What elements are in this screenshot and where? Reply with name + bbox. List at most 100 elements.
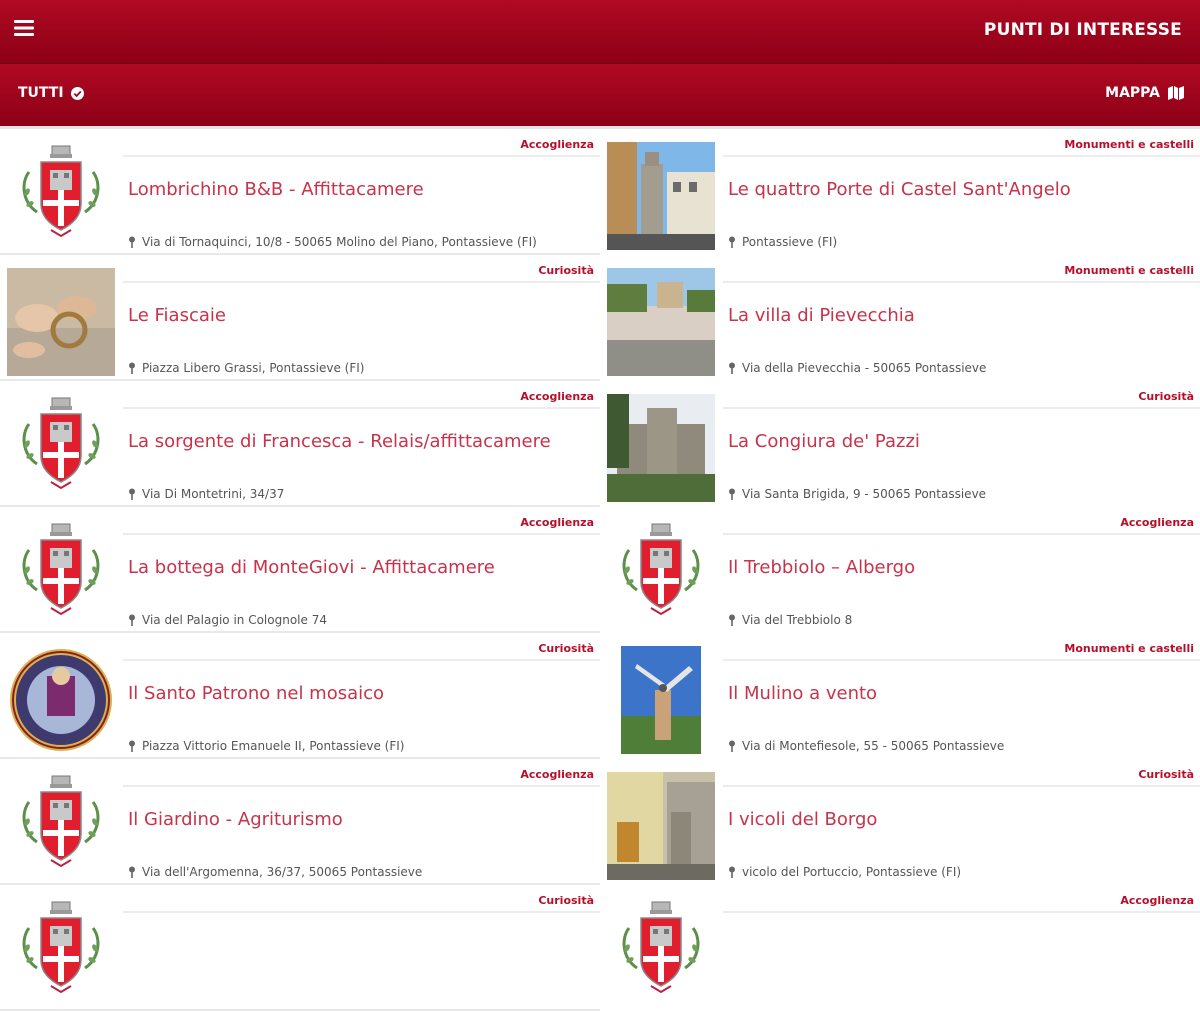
- address-text: Via dell'Argomenna, 36/37, 50065 Pontass…: [142, 865, 423, 879]
- poi-photo: [7, 646, 115, 754]
- address-text: Via Di Montetrini, 34/37: [142, 487, 285, 501]
- poi-address: Via di Montefiesole, 55 - 50065 Pontassi…: [728, 739, 1004, 753]
- hamburger-icon: [14, 20, 34, 36]
- poi-card[interactable]: Monumenti e castelli Le quattro Porte di …: [600, 129, 1200, 255]
- map-pin-icon: [729, 866, 735, 878]
- poi-title: La bottega di MonteGiovi - Affittacamere: [128, 557, 495, 578]
- coat-of-arms-image: [607, 520, 715, 628]
- poi-address: Via del Trebbiolo 8: [728, 613, 852, 627]
- address-text: Via del Palagio in Colognole 74: [142, 613, 327, 627]
- poi-address: Via di Tornaquinci, 10/8 - 50065 Molino …: [128, 235, 537, 249]
- map-pin-icon: [129, 614, 135, 626]
- map-button[interactable]: MAPPA: [1105, 85, 1184, 101]
- poi-address: Via dell'Argomenna, 36/37, 50065 Pontass…: [128, 865, 422, 879]
- coat-of-arms-image: [7, 520, 115, 628]
- poi-photo: [607, 772, 715, 880]
- divider: [723, 785, 1200, 787]
- poi-address: Pontassieve (FI): [728, 235, 837, 249]
- poi-title: Le quattro Porte di Castel Sant'Angelo: [728, 179, 1071, 200]
- app-header: PUNTI DI INTERESSE: [0, 0, 1200, 64]
- map-pin-icon: [729, 488, 735, 500]
- poi-card[interactable]: Curiosità I vicoli del Borgo vicolo del Po…: [600, 759, 1200, 885]
- map-pin-icon: [729, 614, 735, 626]
- poi-card[interactable]: Accoglienza Il Trebbiolo – Albergo Via del…: [600, 507, 1200, 633]
- map-pin-icon: [129, 740, 135, 752]
- page-title: PUNTI DI INTERESSE: [983, 20, 1182, 40]
- poi-photo: [607, 646, 715, 754]
- address-text: Via della Pievecchia - 50065 Pontassieve: [742, 361, 987, 375]
- poi-address: Piazza Libero Grassi, Pontassieve (FI): [128, 361, 364, 375]
- poi-card[interactable]: Accoglienza Lombrichino B&B - Affittacame…: [0, 129, 600, 255]
- poi-photo: [607, 394, 715, 502]
- address-text: Via di Tornaquinci, 10/8 - 50065 Molino …: [142, 235, 537, 249]
- map-label: MAPPA: [1105, 85, 1160, 101]
- poi-card[interactable]: Accoglienza La bottega di MonteGiovi - Af…: [0, 507, 600, 633]
- divider: [723, 281, 1200, 283]
- map-pin-icon: [729, 740, 735, 752]
- category-label: Curiosità: [538, 894, 594, 907]
- poi-title: La Congiura de' Pazzi: [728, 431, 920, 452]
- filter-label: TUTTI: [18, 85, 64, 101]
- category-label: Curiosità: [1138, 768, 1194, 781]
- divider: [123, 281, 600, 283]
- poi-photo: [7, 268, 115, 376]
- category-label: Accoglienza: [520, 516, 594, 529]
- poi-address: Piazza Vittorio Emanuele II, Pontassieve…: [128, 739, 404, 753]
- category-label: Curiosità: [538, 642, 594, 655]
- poi-list: Accoglienza Lombrichino B&B - Affittacame…: [0, 126, 1200, 1011]
- category-label: Accoglienza: [1120, 516, 1194, 529]
- poi-card[interactable]: Curiosità Il Santo Patrono nel mosaico Pia…: [0, 633, 600, 759]
- poi-title: I vicoli del Borgo: [728, 809, 878, 830]
- map-icon: [1168, 86, 1184, 100]
- divider: [723, 155, 1200, 157]
- poi-address: Via del Palagio in Colognole 74: [128, 613, 327, 627]
- address-text: vicolo del Portuccio, Pontassieve (FI): [742, 865, 962, 879]
- category-label: Monumenti e castelli: [1064, 642, 1194, 655]
- category-label: Accoglienza: [520, 768, 594, 781]
- poi-card[interactable]: Accoglienza La sorgente di Francesca - Re…: [0, 381, 600, 507]
- divider: [723, 407, 1200, 409]
- menu-button[interactable]: [14, 18, 42, 46]
- filter-dropdown[interactable]: TUTTI: [18, 85, 84, 101]
- poi-card[interactable]: Curiosità: [0, 885, 600, 1011]
- category-label: Accoglienza: [1120, 894, 1194, 907]
- coat-of-arms-image: [7, 772, 115, 880]
- poi-title: Le Fiascaie: [128, 305, 226, 326]
- poi-photo: [607, 268, 715, 376]
- address-text: Piazza Libero Grassi, Pontassieve (FI): [142, 361, 365, 375]
- poi-card[interactable]: Monumenti e castelli La villa di Pievecch…: [600, 255, 1200, 381]
- poi-card[interactable]: Curiosità Le Fiascaie Piazza Libero Grassi…: [0, 255, 600, 381]
- map-pin-icon: [729, 362, 735, 374]
- address-text: Pontassieve (FI): [742, 235, 838, 249]
- poi-card[interactable]: Accoglienza: [600, 885, 1200, 1011]
- address-text: Via Santa Brigida, 9 - 50065 Pontassieve: [742, 487, 987, 501]
- coat-of-arms-image: [7, 394, 115, 502]
- poi-card[interactable]: Monumenti e castelli Il Mulino a vento Via…: [600, 633, 1200, 759]
- poi-title: Il Santo Patrono nel mosaico: [128, 683, 385, 704]
- poi-card[interactable]: Accoglienza Il Giardino - Agriturismo Via …: [0, 759, 600, 885]
- divider: [123, 533, 600, 535]
- poi-address: Via Di Montetrini, 34/37: [128, 487, 284, 501]
- category-label: Accoglienza: [520, 138, 594, 151]
- poi-title: Il Giardino - Agriturismo: [128, 809, 343, 830]
- poi-card[interactable]: Curiosità La Congiura de' Pazzi Via Santa …: [600, 381, 1200, 507]
- coat-of-arms-image: [607, 898, 715, 1006]
- poi-title: La sorgente di Francesca - Relais/affitt…: [128, 431, 551, 452]
- category-label: Curiosità: [1138, 390, 1194, 403]
- divider: [123, 155, 600, 157]
- divider: [123, 659, 600, 661]
- address-text: Piazza Vittorio Emanuele II, Pontassieve…: [142, 739, 405, 753]
- category-label: Curiosità: [538, 264, 594, 277]
- map-pin-icon: [729, 236, 735, 248]
- poi-address: Via della Pievecchia - 50065 Pontassieve: [728, 361, 986, 375]
- category-label: Monumenti e castelli: [1064, 138, 1194, 151]
- address-text: Via di Montefiesole, 55 - 50065 Pontassi…: [742, 739, 1005, 753]
- coat-of-arms-image: [7, 898, 115, 1006]
- map-pin-icon: [129, 236, 135, 248]
- divider: [123, 911, 600, 913]
- map-pin-icon: [129, 488, 135, 500]
- category-label: Accoglienza: [520, 390, 594, 403]
- coat-of-arms-image: [7, 142, 115, 250]
- divider: [123, 407, 600, 409]
- poi-address: Via Santa Brigida, 9 - 50065 Pontassieve: [728, 487, 986, 501]
